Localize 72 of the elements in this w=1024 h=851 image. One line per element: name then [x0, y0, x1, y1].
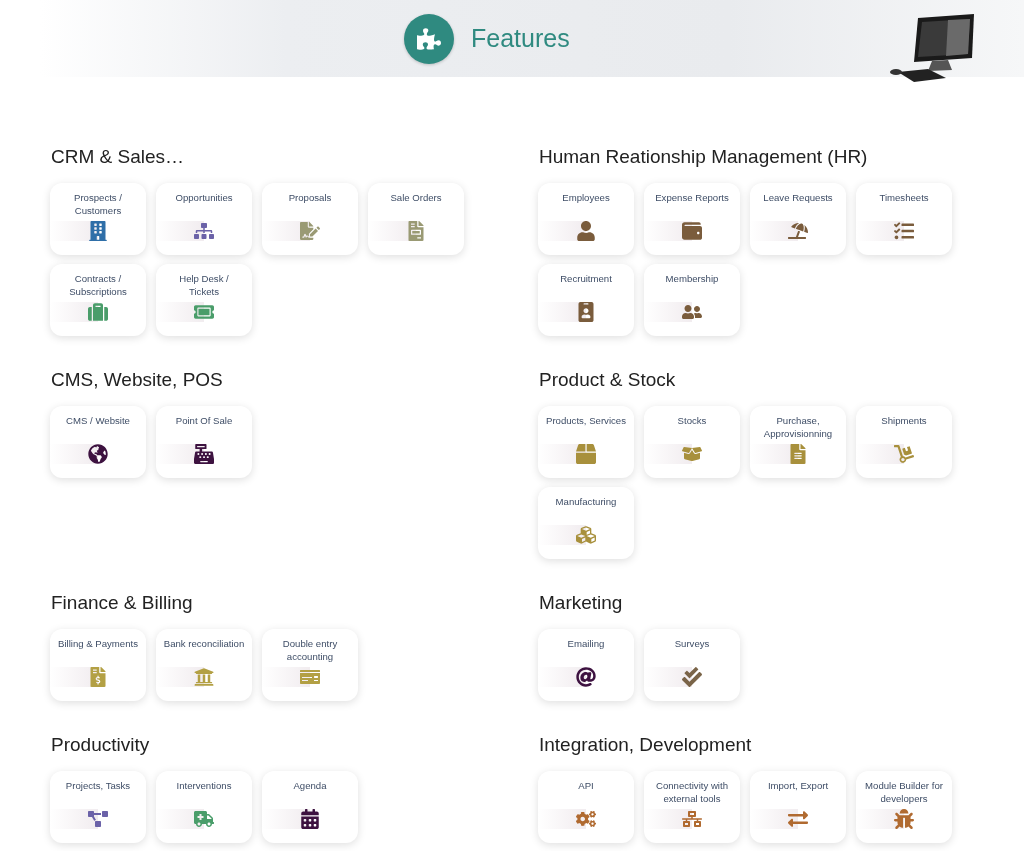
- tile-label: Interventions: [176, 779, 232, 792]
- section-heading: CMS, Website, POS: [51, 368, 224, 392]
- tile-label: Bank reconciliation: [163, 637, 245, 650]
- tile-label: Stocks: [677, 414, 707, 427]
- tile-label: Products, Services: [546, 414, 626, 427]
- tile-label: CMS / Website: [66, 414, 130, 427]
- feature-tile[interactable]: Emailing: [538, 629, 634, 701]
- feature-tile[interactable]: Contracts / Subscriptions: [50, 264, 146, 336]
- feature-tile[interactable]: Billing & Payments: [50, 629, 146, 701]
- feature-tile[interactable]: Interventions: [156, 771, 252, 843]
- tile-label: Prospects / Customers: [73, 191, 123, 217]
- feature-tile[interactable]: Agenda: [262, 771, 358, 843]
- feature-tile[interactable]: Point Of Sale: [156, 406, 252, 478]
- feature-tile[interactable]: Double entry accounting: [262, 629, 358, 701]
- tile-label: Emailing: [567, 637, 605, 650]
- tile-label: Timesheets: [879, 191, 929, 204]
- tile-label: Shipments: [881, 414, 927, 427]
- section-heading: Integration, Development: [539, 733, 753, 757]
- feature-tile[interactable]: Opportunities: [156, 183, 252, 255]
- tile-label: Projects, Tasks: [65, 779, 131, 792]
- section-heading: Marketing: [539, 591, 624, 615]
- tile-label: Connectivity with external tools: [655, 779, 729, 805]
- feature-tile[interactable]: Expense Reports: [644, 183, 740, 255]
- section-heading: CRM & Sales…: [51, 145, 186, 169]
- feature-tile[interactable]: API: [538, 771, 634, 843]
- feature-tile[interactable]: Purchase, Approvisionning: [750, 406, 846, 478]
- feature-tile[interactable]: Membership: [644, 264, 740, 336]
- tile-label: Membership: [665, 272, 719, 285]
- section-heading: Product & Stock: [539, 368, 677, 392]
- feature-tile[interactable]: Products, Services: [538, 406, 634, 478]
- tile-label: Proposals: [288, 191, 332, 204]
- section-heading: Productivity: [51, 733, 151, 757]
- feature-tile[interactable]: Sale Orders: [368, 183, 464, 255]
- tile-label: Point Of Sale: [175, 414, 233, 427]
- feature-tile[interactable]: Prospects / Customers: [50, 183, 146, 255]
- feature-tile[interactable]: Help Desk / Tickets: [156, 264, 252, 336]
- feature-tile[interactable]: Leave Requests: [750, 183, 846, 255]
- feature-tile[interactable]: Shipments: [856, 406, 952, 478]
- feature-tile[interactable]: Projects, Tasks: [50, 771, 146, 843]
- tile-label: API: [578, 779, 594, 792]
- feature-tile[interactable]: Import, Export: [750, 771, 846, 843]
- tile-label: Import, Export: [767, 779, 829, 792]
- feature-tile[interactable]: Bank reconciliation: [156, 629, 252, 701]
- tile-label: Manufacturing: [555, 495, 617, 508]
- feature-tile[interactable]: Connectivity with external tools: [644, 771, 740, 843]
- tile-label: Employees: [562, 191, 610, 204]
- section-heading: Human Reationship Management (HR): [539, 145, 869, 169]
- tile-label: Purchase, Approvisionning: [762, 414, 834, 440]
- feature-tile[interactable]: Manufacturing: [538, 487, 634, 559]
- feature-tile[interactable]: Stocks: [644, 406, 740, 478]
- tile-label: Billing & Payments: [58, 637, 138, 650]
- tile-label: Double entry accounting: [281, 637, 339, 663]
- feature-tile[interactable]: Proposals: [262, 183, 358, 255]
- feature-tile[interactable]: Surveys: [644, 629, 740, 701]
- tile-label: Opportunities: [175, 191, 233, 204]
- tile-label: Expense Reports: [655, 191, 729, 204]
- tile-label: Recruitment: [560, 272, 612, 285]
- tile-label: Leave Requests: [763, 191, 833, 204]
- tile-label: Help Desk / Tickets: [178, 272, 230, 298]
- tile-label: Sale Orders: [390, 191, 442, 204]
- tile-label: Surveys: [674, 637, 710, 650]
- feature-tile[interactable]: Recruitment: [538, 264, 634, 336]
- feature-tile[interactable]: Employees: [538, 183, 634, 255]
- section-heading: Finance & Billing: [51, 591, 194, 615]
- feature-tile[interactable]: Module Builder for developers: [856, 771, 952, 843]
- tile-label: Contracts / Subscriptions: [68, 272, 128, 298]
- feature-tile[interactable]: CMS / Website: [50, 406, 146, 478]
- tile-label: Module Builder for developers: [864, 779, 944, 805]
- feature-tile[interactable]: Timesheets: [856, 183, 952, 255]
- page-title: Features: [471, 24, 570, 53]
- puzzle-icon: [404, 13, 454, 64]
- tile-label: Agenda: [293, 779, 327, 792]
